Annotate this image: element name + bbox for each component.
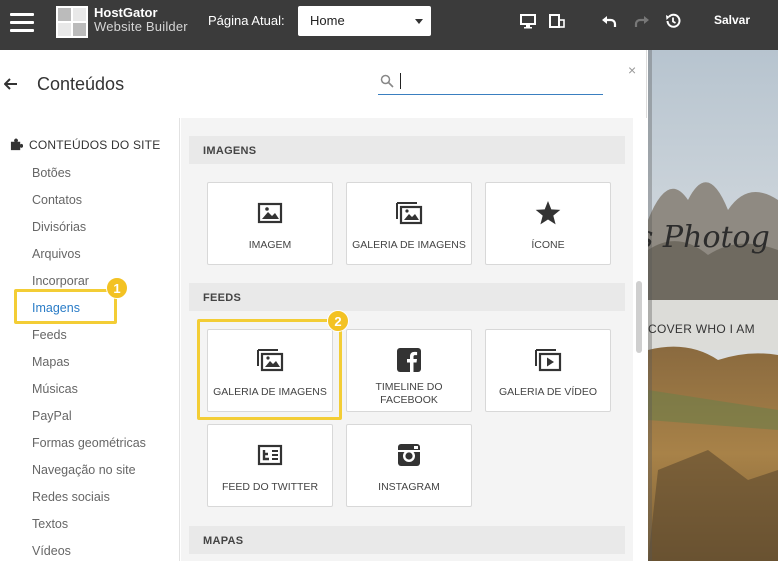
sidebar-title: CONTEÚDOS DO SITE	[10, 138, 160, 152]
sidebar-item-contatos[interactable]: Contatos	[32, 193, 82, 207]
hostgator-logo-icon	[56, 6, 88, 38]
sidebar-item-feeds[interactable]: Feeds	[32, 328, 67, 342]
gallery-icon	[396, 202, 423, 225]
category-sidebar: CONTEÚDOS DO SITE Botões Contatos Divisó…	[0, 118, 180, 561]
tile-imagem[interactable]: IMAGEM	[207, 182, 333, 265]
top-toolbar: HostGator Website Builder Página Atual: …	[0, 0, 778, 50]
text-cursor	[400, 73, 401, 89]
elements-grid: IMAGENS IMAGEM GALERIA DE IMAGENS ÍCONE …	[181, 118, 633, 561]
search-input[interactable]	[398, 71, 598, 93]
step-badge-1: 1	[106, 277, 128, 299]
gallery-icon	[257, 349, 284, 372]
undo-icon[interactable]	[600, 12, 618, 30]
section-header-feeds: FEEDS	[189, 283, 625, 311]
tile-galeria-imagens[interactable]: GALERIA DE IMAGENS	[346, 182, 472, 265]
tile-label: TIMELINE DO FACEBOOK	[375, 381, 443, 406]
mobile-view-icon[interactable]	[548, 12, 566, 30]
sidebar-item-imagens[interactable]: Imagens	[32, 301, 80, 315]
content-scrollbar[interactable]	[633, 118, 647, 561]
tile-label: INSTAGRAM	[378, 481, 440, 493]
facebook-icon	[397, 348, 421, 372]
sidebar-title-text: CONTEÚDOS DO SITE	[29, 138, 161, 152]
current-page-label: Página Atual:	[208, 13, 285, 28]
sidebar-item-paypal[interactable]: PayPal	[32, 409, 72, 423]
image-icon	[257, 202, 283, 224]
scroll-thumb[interactable]	[636, 281, 642, 353]
sidebar-item-redes-sociais[interactable]: Redes sociais	[32, 490, 110, 504]
instagram-icon	[398, 444, 420, 466]
brand-line1: HostGator	[94, 5, 158, 20]
desktop-view-icon[interactable]	[519, 12, 537, 30]
preview-site-subtitle: COVER WHO I AM	[648, 322, 755, 336]
star-icon	[535, 201, 561, 225]
section-header-imagens: IMAGENS	[189, 136, 625, 164]
tile-label: GALERIA DE VÍDEO	[498, 386, 598, 398]
panel-header: Conteúdos ×	[0, 50, 647, 118]
sidebar-item-videos[interactable]: Vídeos	[32, 544, 71, 558]
redo-icon[interactable]	[633, 12, 651, 30]
tile-instagram[interactable]: INSTAGRAM	[346, 424, 472, 507]
contents-panel: Conteúdos × CONTEÚDOS DO SITE Botões Con…	[0, 50, 647, 561]
current-page-select[interactable]: Home	[298, 6, 431, 36]
panel-title: Conteúdos	[37, 74, 125, 94]
sidebar-item-navegacao[interactable]: Navegação no site	[32, 463, 136, 477]
tile-label: FEED DO TWITTER	[221, 481, 319, 493]
sidebar-item-musicas[interactable]: Músicas	[32, 382, 78, 396]
sidebar-item-arquivos[interactable]: Arquivos	[32, 247, 81, 261]
sidebar-item-divisorias[interactable]: Divisórias	[32, 220, 86, 234]
brand-name: HostGator Website Builder	[94, 6, 188, 34]
brand-line2: Website Builder	[94, 19, 188, 34]
app-window: HostGator Website Builder Página Atual: …	[0, 0, 778, 561]
search-icon	[380, 74, 394, 88]
save-button[interactable]: Salvar	[714, 13, 750, 27]
site-preview[interactable]: s Photog COVER WHO I AM	[648, 50, 778, 561]
sidebar-item-botoes[interactable]: Botões	[32, 166, 71, 180]
current-page-value: Home	[310, 13, 345, 28]
tile-label: GALERIA DE IMAGENS	[213, 386, 327, 398]
tile-feed-galeria-imagens[interactable]: GALERIA DE IMAGENS	[207, 329, 333, 412]
puzzle-icon	[10, 138, 24, 151]
history-icon[interactable]	[664, 12, 682, 30]
tile-icone[interactable]: ÍCONE	[485, 182, 611, 265]
tile-feed-twitter[interactable]: FEED DO TWITTER	[207, 424, 333, 507]
tile-label: ÍCONE	[531, 239, 565, 251]
tile-galeria-video[interactable]: GALERIA DE VÍDEO	[485, 329, 611, 412]
chevron-down-icon	[415, 19, 423, 24]
section-header-mapas: MAPAS	[189, 526, 625, 554]
sidebar-item-textos[interactable]: Textos	[32, 517, 68, 531]
tile-timeline-facebook[interactable]: TIMELINE DO FACEBOOK	[346, 329, 472, 412]
close-panel-button[interactable]: ×	[628, 62, 636, 78]
sidebar-item-formas[interactable]: Formas geométricas	[32, 436, 146, 450]
tile-label: GALERIA DE IMAGENS	[352, 239, 466, 251]
twitter-feed-icon	[257, 444, 283, 466]
sidebar-item-mapas[interactable]: Mapas	[32, 355, 70, 369]
sidebar-item-incorporar[interactable]: Incorporar	[32, 274, 89, 288]
search-box[interactable]	[378, 69, 603, 95]
tile-label: IMAGEM	[248, 239, 292, 251]
hamburger-menu-icon[interactable]	[10, 13, 34, 35]
video-gallery-icon	[535, 349, 562, 372]
step-badge-2: 2	[327, 310, 349, 332]
preview-site-title: s Photog	[648, 220, 770, 255]
arrow-left-icon[interactable]	[4, 77, 18, 91]
landscape-background	[648, 50, 778, 561]
